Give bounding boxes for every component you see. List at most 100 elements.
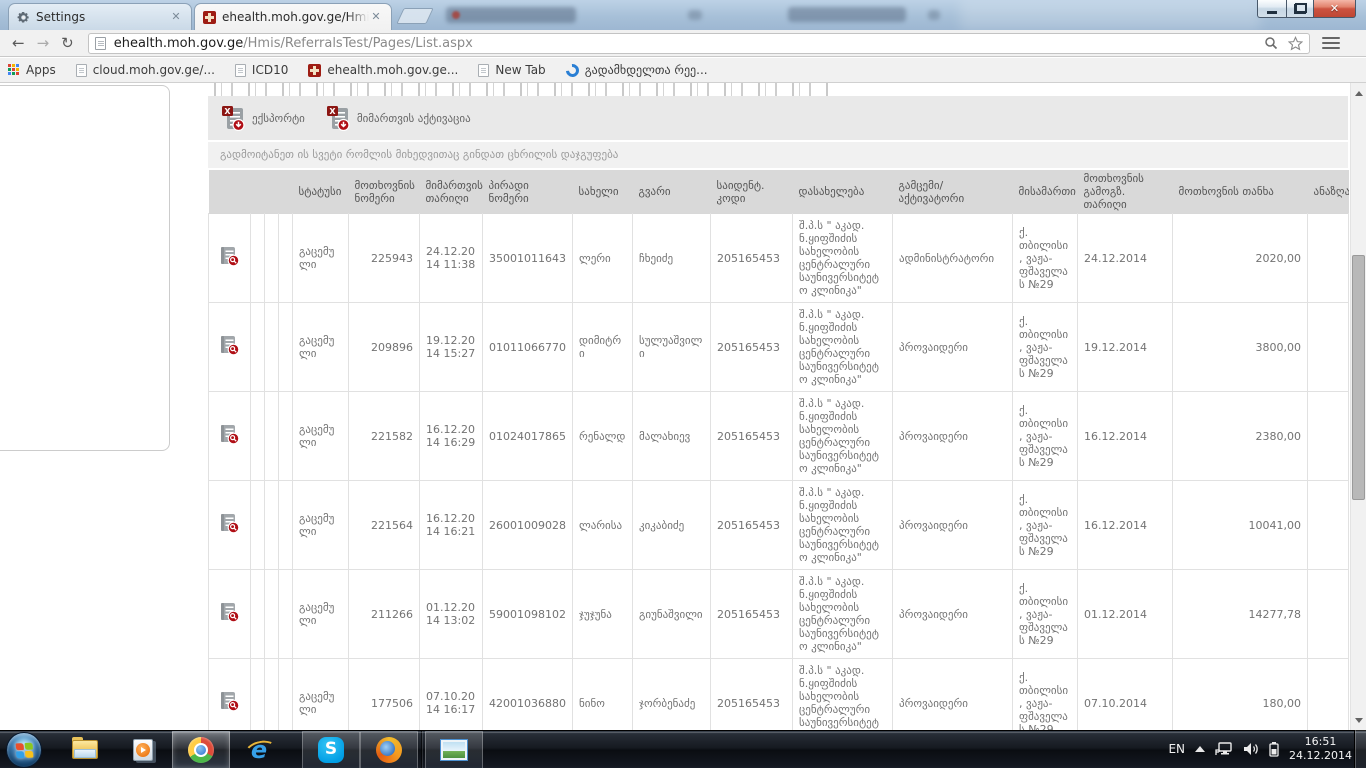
browser-navbar: ← → ↻ ehealth.moh.gov.ge/Hmis/ReferralsT… [0,30,1366,57]
table-row: გაცემული 221582 16.12.2014 16:29 0102401… [209,392,1349,481]
scrollbar-thumb[interactable] [1352,255,1365,500]
bookmark-icd10[interactable]: ICD10 [235,63,288,77]
gear-icon [17,11,30,24]
cell-sent-date: 07.10.2014 [1078,659,1173,731]
address-bar[interactable]: ehealth.moh.gov.ge/Hmis/ReferralsTest/Pa… [88,33,1310,54]
column-header-empty [209,170,251,214]
view-referral-icon[interactable] [219,691,240,712]
cell-issuer: პროვაიდერი [893,481,1013,570]
scroll-up-icon[interactable] [1351,85,1366,101]
vertical-scrollbar[interactable] [1350,83,1366,730]
cell-ident-code: 205165453 [711,392,793,481]
close-button[interactable]: ✕ [1314,0,1356,18]
empty-cell [279,481,293,570]
column-header[interactable]: პირადი ნომერი [483,170,573,214]
view-referral-icon[interactable] [219,335,240,356]
cell-reimbursement [1308,303,1349,392]
taskbar-media-player-button[interactable] [114,731,172,768]
view-referral-icon[interactable] [219,424,240,445]
cell-request-number: 177506 [349,659,420,731]
cell-status: გაცემული [293,303,349,392]
cell-request-number: 221564 [349,481,420,570]
column-header[interactable]: სახელი [573,170,633,214]
clock[interactable]: 16:51 24.12.2014 [1289,735,1352,763]
start-button[interactable] [6,732,42,768]
column-header[interactable]: გამცემი/აქტივატორი [893,170,1013,214]
bookmark-star-icon[interactable] [1288,36,1303,51]
column-header[interactable]: მისამართი [1013,170,1078,214]
cell-amount: 10041,00 [1173,481,1308,570]
cell-issuer: პროვაიდერი [893,659,1013,731]
battery-icon[interactable] [1269,742,1279,757]
column-header[interactable]: დასახელება [793,170,893,214]
new-tab-button[interactable] [396,8,433,24]
close-icon: ✕ [1330,2,1339,15]
bookmark-cloud[interactable]: cloud.moh.gov.ge/... [76,63,215,77]
grid-toolbar: X ექსპორტი X [208,96,1348,140]
tab-ehealth[interactable]: ehealth.moh.gov.ge/Hmis ✕ [194,3,392,30]
network-icon[interactable] [1215,742,1233,756]
column-header[interactable]: მოთხოვნის თანხა [1173,170,1308,214]
column-header[interactable]: მიმართვის თარიღი [420,170,483,214]
restore-icon [1295,4,1306,13]
tab-close-icon[interactable]: ✕ [169,10,183,24]
bookmark-new-tab[interactable]: New Tab [478,63,545,77]
column-header[interactable]: სტატუსი [293,170,349,214]
column-header[interactable]: გვარი [633,170,711,214]
cell-referral-date: 07.10.2014 16:17 [420,659,483,731]
cell-reimbursement [1308,392,1349,481]
column-header[interactable]: მოთხოვნის გამოგზ. თარიღი [1078,170,1173,214]
tab-settings[interactable]: Settings ✕ [8,3,192,30]
referral-activation-button[interactable]: X მიმართვის აქტივაცია [327,106,471,131]
show-desktop-button[interactable] [1354,730,1366,768]
table-row: გაცემული 225943 24.12.2014 11:38 3500101… [209,214,1349,303]
chrome-menu-icon[interactable] [1322,37,1340,49]
cell-request-number: 209896 [349,303,420,392]
scroll-down-icon[interactable] [1351,712,1366,728]
excel-export-icon: X [222,106,245,131]
minimize-icon [1267,11,1277,14]
georgian-emblem-icon [203,11,216,24]
cell-referral-date: 16.12.2014 16:29 [420,392,483,481]
view-referral-icon[interactable] [219,602,240,623]
taskbar-skype-button[interactable]: S [302,731,360,768]
cell-reimbursement [1308,214,1349,303]
hidden-icons-chevron-icon[interactable] [1195,746,1205,752]
view-referral-icon[interactable] [219,246,240,267]
table-row: გაცემული 211266 01.12.2014 13:02 5900109… [209,570,1349,659]
export-button[interactable]: X ექსპორტი [222,106,305,131]
column-header[interactable]: მოთხოვნის ნომერი [349,170,420,214]
taskbar-chrome-button[interactable] [172,731,230,768]
tab-close-icon[interactable]: ✕ [369,10,383,24]
cell-personal-number: 01011066770 [483,303,573,392]
referrals-table: სტატუსიმოთხოვნის ნომერიმიმართვის თარიღიპ… [208,170,1349,730]
zoom-icon[interactable] [1264,36,1278,50]
minimize-button[interactable] [1257,0,1286,18]
explorer-icon [72,740,98,759]
cell-last-name: სულუაშვილი [633,303,711,392]
cell-request-number: 225943 [349,214,420,303]
cell-first-name: ლერი [573,214,633,303]
column-header[interactable]: საიდენტ. კოდი [711,170,793,214]
taskbar-image-viewer-button[interactable] [425,731,483,768]
column-header-empty [279,170,293,214]
view-referral-icon[interactable] [219,513,240,534]
forward-button[interactable]: → [37,36,50,51]
back-button[interactable]: ← [12,36,25,51]
cell-reimbursement [1308,481,1349,570]
taskbar-internet-explorer-button[interactable]: e [230,731,288,768]
taskbar-explorer-button[interactable] [56,731,114,768]
bookmark-ehealth[interactable]: ehealth.moh.gov.ge... [308,63,458,77]
cell-status: გაცემული [293,392,349,481]
bookmark-taxpayers-registry[interactable]: გადამხდელთა რეე... [566,63,708,77]
taskbar-firefox-button[interactable] [360,731,418,768]
bookmark-apps[interactable]: Apps [8,63,56,77]
reload-button[interactable]: ↻ [61,36,74,51]
cell-amount: 14277,78 [1173,570,1308,659]
empty-cell [251,570,265,659]
restore-button[interactable] [1286,0,1314,18]
cell-last-name: გიუნაშვილი [633,570,711,659]
column-header[interactable]: ანაზღა [1308,170,1349,214]
volume-icon[interactable] [1243,742,1259,756]
language-indicator[interactable]: EN [1168,742,1185,756]
